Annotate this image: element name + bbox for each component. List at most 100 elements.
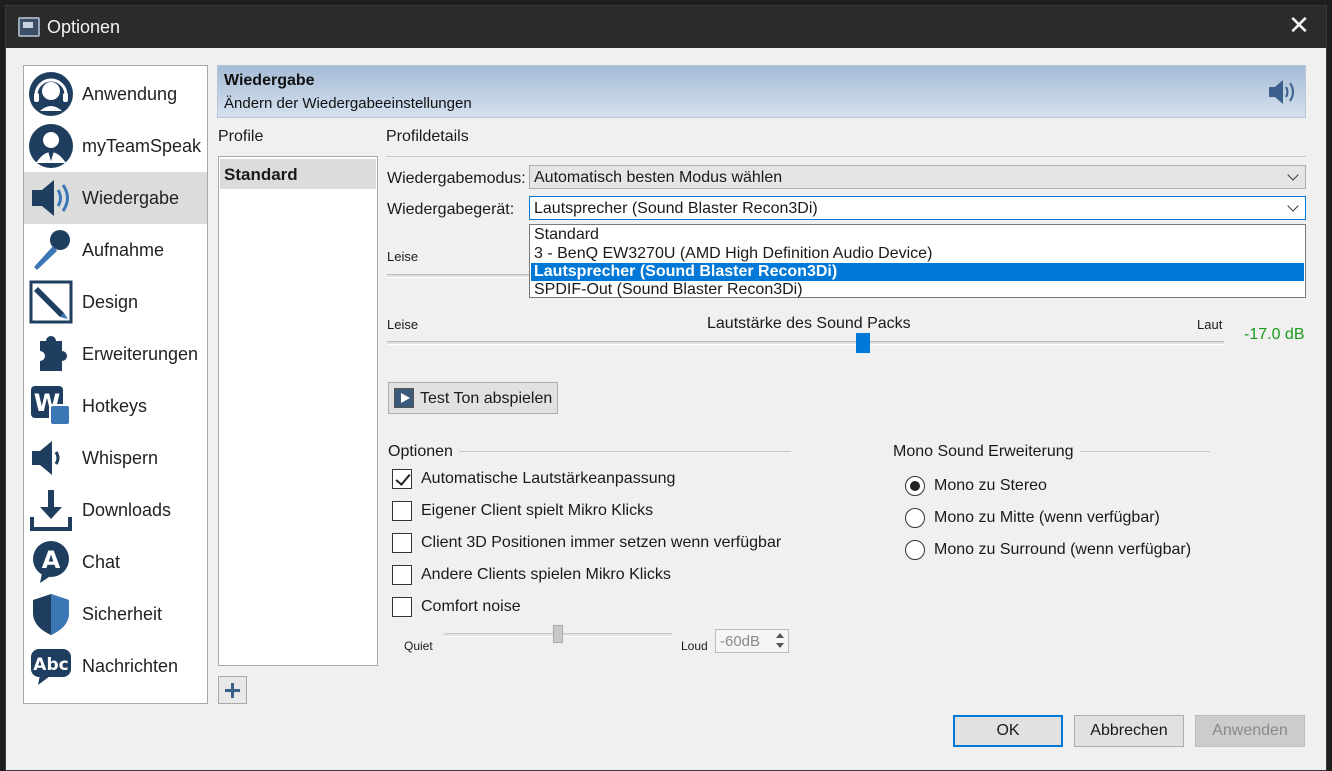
sidebar-item-label: Design [82,292,139,312]
noise-db-spinbox[interactable]: -60dB [715,629,789,653]
sidebar-item-label: Erweiterungen [82,344,199,364]
sidebar-item-aufnahme[interactable]: Aufnahme [24,224,207,276]
soundpack-volume-slider[interactable] [387,341,1224,345]
apply-button[interactable]: Anwenden [1195,715,1305,747]
category-sidebar: Anwendung myTeamSpeak Wiedergabe Aufnahm… [23,65,208,704]
checkbox-label: Eigener Client spielt Mikro Klicks [421,502,654,519]
keyboard-w-icon: W [31,386,71,426]
playback-device-label: Wiedergabegerät: [387,201,515,218]
sidebar-item-chat[interactable]: A Chat [24,536,207,588]
spin-up-icon[interactable] [774,631,786,641]
sidebar-item-label: Nachrichten [82,656,179,676]
whisper-speaker-icon [32,441,60,475]
checkbox-box[interactable] [392,501,412,521]
sidebar-item-label: Anwendung [82,84,178,104]
speaker-icon [32,180,69,216]
checkbox-box[interactable] [392,469,412,489]
checkbox-box[interactable] [392,533,412,553]
app-icon [18,17,40,37]
chat-bubble-icon: A [33,541,69,583]
playback-device-value: Lautsprecher (Sound Blaster Recon3Di) [534,200,818,217]
radio-button[interactable] [905,508,925,528]
volume-min-label: Leise [387,249,419,264]
sidebar-item-sicherheit[interactable]: Sicherheit [24,588,207,640]
divider [386,156,1306,157]
soundpack-slider-thumb[interactable] [856,333,871,353]
options-group-title: Optionen [388,443,459,461]
sidebar-item-myteamspeak[interactable]: myTeamSpeak [24,120,207,172]
cancel-button[interactable]: Abbrechen [1074,715,1184,747]
profile-list: Standard [218,156,378,666]
window-title: Optionen [47,17,121,37]
sidebar-item-label: Whispern [82,448,159,468]
add-profile-button[interactable] [218,676,247,704]
section-subtitle: Ändern der Wiedergabeeinstellungen [224,95,472,112]
chevron-down-icon [1287,169,1299,181]
headset-avatar-icon [29,72,73,116]
test-sound-button[interactable]: Test Ton abspielen [388,382,558,414]
noise-slider-thumb[interactable] [553,625,563,643]
device-option-selected[interactable]: Lautsprecher (Sound Blaster Recon3Di) [531,263,1304,281]
spin-down-icon[interactable] [774,641,786,651]
sidebar-item-whispern[interactable]: Whispern [24,432,207,484]
playback-mode-value: Automatisch besten Modus wählen [534,169,783,186]
noise-min-label: Quiet [404,639,433,653]
checkbox-label: Andere Clients spielen Mikro Klicks [421,566,671,583]
volume-slider[interactable] [387,274,529,278]
noise-max-label: Loud [681,639,708,653]
soundpack-max-label: Laut [1197,317,1223,332]
device-option[interactable]: Standard [531,226,1304,244]
play-icon [394,388,414,408]
sidebar-item-nachrichten[interactable]: Abc Nachrichten [24,640,207,692]
sidebar-item-label: Hotkeys [82,396,148,416]
title-bar: Optionen ✕ [6,6,1326,48]
device-option[interactable]: SPDIF-Out (Sound Blaster Recon3Di) [531,281,1304,299]
checkbox-box[interactable] [392,565,412,585]
profile-item-standard[interactable]: Standard [220,159,376,189]
playback-mode-label: Wiedergabemodus: [387,170,526,187]
speaker-icon [1269,80,1294,104]
options-window: Optionen ✕ Anwendung myTeamSpeak Wiederg… [5,5,1327,771]
sidebar-item-hotkeys[interactable]: W Hotkeys [24,380,207,432]
chevron-down-icon [1287,200,1299,212]
sidebar-item-design[interactable]: Design [24,276,207,328]
radio-button[interactable] [905,540,925,560]
close-icon[interactable]: ✕ [1284,12,1314,42]
checkbox-box[interactable] [392,597,412,617]
sidebar-item-label: Wiedergabe [82,188,180,208]
checkbox-label: Automatische Lautstärkeanpassung [421,470,676,487]
shield-icon [33,594,69,635]
section-header: Wiedergabe Ändern der Wiedergabeeinstell… [217,65,1306,118]
playback-device-dropdown: Standard 3 - BenQ EW3270U (AMD High Defi… [529,224,1306,298]
sidebar-item-label: Chat [82,552,121,572]
user-avatar-icon [29,124,73,168]
checkbox-label: Comfort noise [421,598,521,615]
sidebar-item-erweiterungen[interactable]: Erweiterungen [24,328,207,380]
sidebar-item-label: myTeamSpeak [82,136,202,156]
section-title: Wiedergabe [224,72,315,89]
sidebar-item-downloads[interactable]: Downloads [24,484,207,536]
playback-device-select[interactable]: Lautsprecher (Sound Blaster Recon3Di) [529,196,1306,220]
test-sound-label: Test Ton abspielen [420,390,553,407]
svg-text:Abc: Abc [33,655,68,675]
mono-group-title: Mono Sound Erweiterung [893,443,1080,461]
radio-label: Mono zu Mitte (wenn verfügbar) [934,509,1160,526]
profile-details-label: Profildetails [386,128,469,145]
playback-mode-select[interactable]: Automatisch besten Modus wählen [529,165,1306,189]
message-abc-icon: Abc [31,649,71,685]
sidebar-item-label: Aufnahme [82,240,165,260]
noise-db-value: -60dB [720,633,761,650]
device-option[interactable]: 3 - BenQ EW3270U (AMD High Definition Au… [531,245,1304,263]
sidebar-item-wiedergabe[interactable]: Wiedergabe [24,172,207,224]
sidebar-item-label: Sicherheit [82,604,163,624]
radio-button[interactable] [905,476,925,496]
radio-label: Mono zu Surround (wenn verfügbar) [934,541,1192,558]
puzzle-piece-icon [40,335,67,371]
profiles-label: Profile [218,128,264,145]
sidebar-item-label: Downloads [82,500,172,520]
sidebar-item-anwendung[interactable]: Anwendung [24,68,207,120]
svg-text:A: A [42,546,61,574]
ok-button[interactable]: OK [953,715,1063,747]
soundpack-min-label: Leise [387,317,419,332]
microphone-icon [34,230,70,270]
